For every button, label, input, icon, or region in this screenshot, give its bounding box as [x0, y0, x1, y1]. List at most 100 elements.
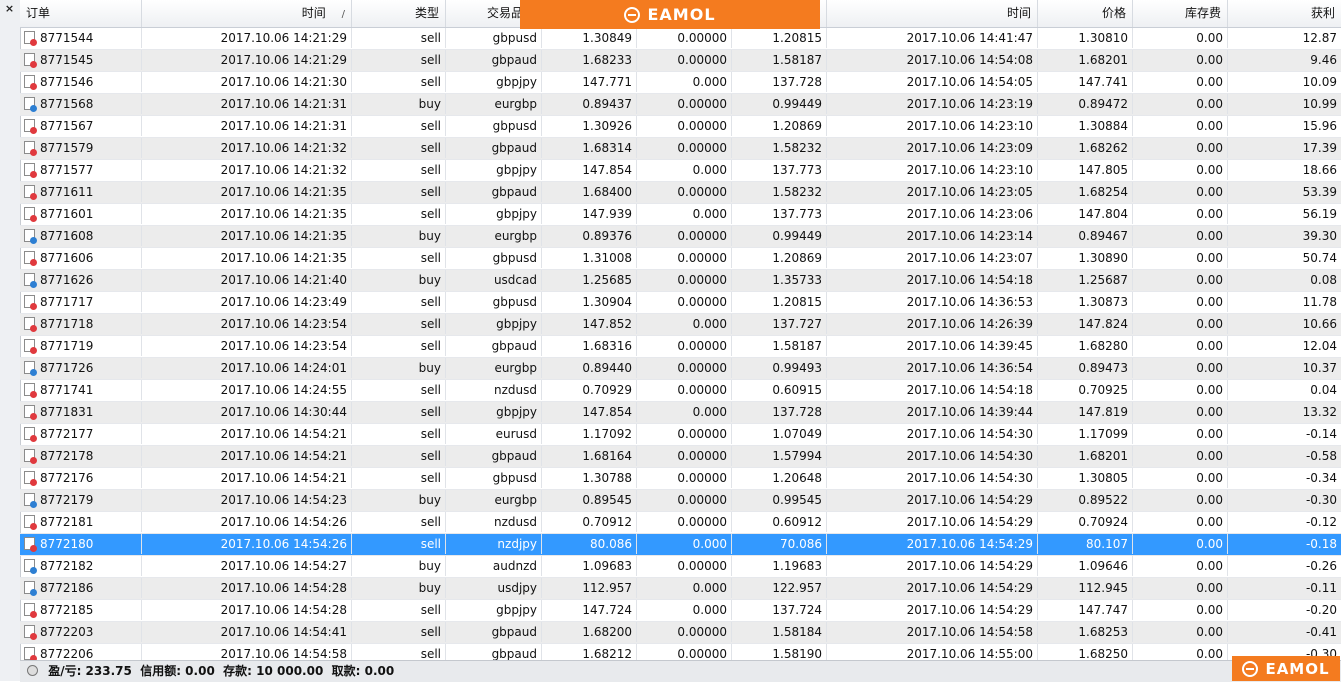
table-row[interactable]: 8772203 2017.10.06 14:54:41 sell gbpaud 1.68… — [20, 622, 1341, 644]
table-row[interactable]: 8771544 2017.10.06 14:21:29 sell gbpusd 1.30… — [20, 28, 1341, 50]
table-row[interactable]: 8772182 2017.10.06 14:54:27 buy audnzd 1.096… — [20, 556, 1341, 578]
cell-text: 122.957 — [772, 581, 822, 595]
brand-text: EAMOL — [647, 5, 716, 24]
table-row[interactable]: 8772180 2017.10.06 14:54:26 sell nzdjpy 80.0… — [20, 534, 1341, 556]
cell-text: sell — [420, 603, 441, 617]
table-row[interactable]: 8771717 2017.10.06 14:23:49 sell gbpusd 1.30… — [20, 292, 1341, 314]
table-row[interactable]: 8771579 2017.10.06 14:21:32 sell gbpaud 1.68… — [20, 138, 1341, 160]
cell-text: 2017.10.06 14:54:26 — [220, 515, 347, 529]
cell-text: gbpjpy — [496, 317, 537, 331]
col-header-open-time[interactable]: 时间 / — [142, 0, 352, 27]
cell-profit: -0.58 — [1228, 446, 1341, 466]
table-row[interactable]: 8771719 2017.10.06 14:23:54 sell gbpaud 1.68… — [20, 336, 1341, 358]
cell-text: 1.25685 — [582, 273, 632, 287]
cell-text: 0.00000 — [677, 449, 727, 463]
table-row[interactable]: 8771726 2017.10.06 14:24:01 buy eurgbp 0.894… — [20, 358, 1341, 380]
cell-text: sell — [420, 53, 441, 67]
cell-text: 1.68164 — [582, 449, 632, 463]
cell-text: 8771546 — [40, 75, 94, 89]
cell-text: 0.70929 — [582, 383, 632, 397]
col-header-order[interactable]: 订单 — [20, 0, 142, 27]
table-row[interactable]: 8771831 2017.10.06 14:30:44 sell gbpjpy 147.… — [20, 402, 1341, 424]
table-row[interactable]: 8771626 2017.10.06 14:21:40 buy usdcad 1.256… — [20, 270, 1341, 292]
cell-close_price: 1.68262 — [1038, 138, 1133, 158]
table-row[interactable]: 8772176 2017.10.06 14:54:21 sell gbpusd 1.30… — [20, 468, 1341, 490]
cell-swap: 0.00 — [1133, 358, 1228, 378]
cell-text: 0.00 — [1196, 31, 1223, 45]
cell-text: 137.773 — [772, 207, 822, 221]
cell-type: sell — [352, 248, 446, 268]
cell-text: 0.00000 — [677, 625, 727, 639]
cell-open_price: 1.68233 — [542, 50, 637, 70]
table-row[interactable]: 8771577 2017.10.06 14:21:32 sell gbpjpy 147.… — [20, 160, 1341, 182]
table-row[interactable]: 8771567 2017.10.06 14:21:31 sell gbpusd 1.30… — [20, 116, 1341, 138]
cell-text: 147.747 — [1078, 603, 1128, 617]
cell-text: 8771577 — [40, 163, 94, 177]
cell-open_time: 2017.10.06 14:54:26 — [142, 534, 352, 554]
cell-order: 8771606 — [20, 248, 142, 268]
col-header-close-price[interactable]: 价格 — [1038, 0, 1133, 27]
cell-open_time: 2017.10.06 14:23:54 — [142, 336, 352, 356]
cell-text: 2017.10.06 14:54:58 — [906, 625, 1033, 639]
col-header-type[interactable]: 类型 — [352, 0, 446, 27]
cell-type: sell — [352, 314, 446, 334]
cell-text: 2017.10.06 14:39:44 — [906, 405, 1033, 419]
cell-tp: 0.99493 — [732, 358, 827, 378]
cell-close_time: 2017.10.06 14:26:39 — [827, 314, 1038, 334]
cell-text: -0.58 — [1305, 449, 1337, 463]
cell-profit: -0.20 — [1228, 600, 1341, 620]
col-header-profit[interactable]: 获利 — [1228, 0, 1341, 27]
cell-text: 147.804 — [1078, 207, 1128, 221]
cell-text: 0.00 — [1196, 251, 1223, 265]
table-row[interactable]: 8771545 2017.10.06 14:21:29 sell gbpaud 1.68… — [20, 50, 1341, 72]
cell-symbol: gbpaud — [446, 182, 542, 202]
cell-open_price: 1.09683 — [542, 556, 637, 576]
cell-text: 8772178 — [40, 449, 94, 463]
cell-text: 2017.10.06 14:23:54 — [220, 339, 347, 353]
cell-open_time: 2017.10.06 14:54:28 — [142, 578, 352, 598]
table-row[interactable]: 8771608 2017.10.06 14:21:35 buy eurgbp 0.893… — [20, 226, 1341, 248]
cell-text: 0.00 — [1196, 647, 1223, 660]
cell-tp: 1.20648 — [732, 468, 827, 488]
cell-order: 8771726 — [20, 358, 142, 378]
cell-text: 17.39 — [1302, 141, 1337, 155]
cell-text: 2017.10.06 14:21:40 — [220, 273, 347, 287]
cell-profit: 17.39 — [1228, 138, 1341, 158]
table-row[interactable]: 8772178 2017.10.06 14:54:21 sell gbpaud 1.68… — [20, 446, 1341, 468]
table-row[interactable]: 8771546 2017.10.06 14:21:30 sell gbpjpy 147.… — [20, 72, 1341, 94]
cell-text: 1.30904 — [582, 295, 632, 309]
sell-order-icon — [24, 339, 37, 354]
cell-symbol: gbpjpy — [446, 204, 542, 224]
cell-text: 0.00 — [1196, 339, 1223, 353]
cell-profit: -0.12 — [1228, 512, 1341, 532]
table-row[interactable]: 8771568 2017.10.06 14:21:31 buy eurgbp 0.894… — [20, 94, 1341, 116]
table-row[interactable]: 8772206 2017.10.06 14:54:58 sell gbpaud 1.68… — [20, 644, 1341, 660]
cell-text: 1.20648 — [772, 471, 822, 485]
table-row[interactable]: 8771718 2017.10.06 14:23:54 sell gbpjpy 147.… — [20, 314, 1341, 336]
table-row[interactable]: 8772186 2017.10.06 14:54:28 buy usdjpy 112.9… — [20, 578, 1341, 600]
cell-text: 0.00000 — [677, 471, 727, 485]
cell-text: 112.957 — [582, 581, 632, 595]
cell-text: 1.58187 — [772, 339, 822, 353]
table-row[interactable]: 8772185 2017.10.06 14:54:28 sell gbpjpy 147.… — [20, 600, 1341, 622]
col-header-swap[interactable]: 库存费 — [1133, 0, 1228, 27]
cell-text: 0.89472 — [1078, 97, 1128, 111]
cell-swap: 0.00 — [1133, 160, 1228, 180]
table-row[interactable]: 8771611 2017.10.06 14:21:35 sell gbpaud 1.68… — [20, 182, 1341, 204]
cell-text: 0.60912 — [772, 515, 822, 529]
cell-text: 0.00000 — [677, 31, 727, 45]
table-row[interactable]: 8771741 2017.10.06 14:24:55 sell nzdusd 0.70… — [20, 380, 1341, 402]
cell-text: gbpaud — [491, 185, 537, 199]
col-header-close-time[interactable]: 时间 — [827, 0, 1038, 27]
table-row[interactable]: 8772177 2017.10.06 14:54:21 sell eurusd 1.17… — [20, 424, 1341, 446]
cell-text: sell — [420, 515, 441, 529]
table-row[interactable]: 8771601 2017.10.06 14:21:35 sell gbpjpy 147.… — [20, 204, 1341, 226]
cell-text: 1.30884 — [1078, 119, 1128, 133]
table-row[interactable]: 8771606 2017.10.06 14:21:35 sell gbpusd 1.31… — [20, 248, 1341, 270]
cell-text: 0.00000 — [677, 361, 727, 375]
close-icon[interactable]: × — [2, 1, 17, 16]
table-row[interactable]: 8772179 2017.10.06 14:54:23 buy eurgbp 0.895… — [20, 490, 1341, 512]
cell-close_time: 2017.10.06 14:41:47 — [827, 28, 1038, 48]
table-row[interactable]: 8772181 2017.10.06 14:54:26 sell nzdusd 0.70… — [20, 512, 1341, 534]
sell-order-icon — [24, 471, 37, 486]
